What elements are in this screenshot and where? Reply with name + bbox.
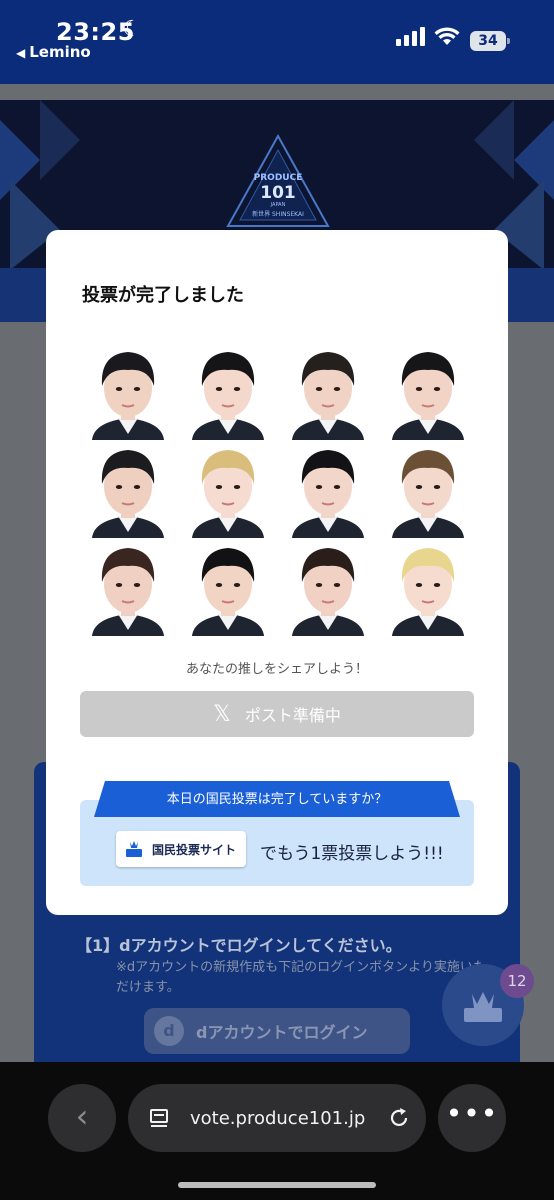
trainee-photo (378, 440, 478, 538)
x-logo-icon: 𝕏 (213, 701, 231, 727)
share-prompt: あなたの推しをシェアしよう！ (185, 662, 368, 677)
trainee-photo (378, 342, 478, 440)
vote-complete-dialog: 投票が完了しました あなたの推しをシェアしよう！ 𝕏 ポスト準備中 本日の国民投票… (46, 230, 508, 915)
d-account-icon: d (154, 1016, 184, 1046)
post-button-label: ポスト準備中 (244, 706, 341, 725)
trainee-photo (178, 342, 278, 440)
back-triangle-icon: ◀ (16, 46, 26, 60)
d-account-login-button[interactable]: d dアカウントでログイン (144, 1008, 410, 1054)
chevron-left-icon: ‹ (75, 1097, 89, 1135)
notification-badge: 12 (500, 964, 534, 998)
trainee-photo (278, 440, 378, 538)
login-note: ※dアカウントの新規作成も下記のログインボタンより実施いただけます。 (116, 960, 486, 995)
national-vote-banner: 本日の国民投票は完了していますか？ (94, 781, 460, 817)
produce101-logo: PRODUCE 101 JAPAN 新世界 SHINSEKAI (226, 134, 330, 227)
ellipsis-icon: ••• (445, 1097, 499, 1130)
login-button-label: dアカウントでログイン (196, 1023, 368, 1042)
more-options-button[interactable]: ••• (438, 1084, 506, 1152)
svg-text:JAPAN: JAPAN (270, 202, 286, 208)
cellular-signal-icon (396, 26, 426, 46)
svg-text:101: 101 (260, 183, 296, 203)
browser-toolbar: ‹ vote.produce101.jp ••• (0, 1062, 554, 1200)
post-to-x-button[interactable]: 𝕏 ポスト準備中 (80, 691, 474, 737)
login-step-heading: 【1】dアカウントでログインしてください。 (76, 936, 402, 955)
moon-icon: ☾ (122, 17, 142, 42)
site-button-label: 国民投票サイト (152, 842, 237, 857)
trainee-photo (278, 342, 378, 440)
svg-text:新世界 SHINSEKAI: 新世界 SHINSEKAI (252, 210, 304, 218)
page-menu-icon (150, 1109, 168, 1127)
ballot-box-icon (126, 841, 142, 857)
dialog-title: 投票が完了しました (82, 285, 244, 306)
back-app-label: Lemino (29, 43, 91, 61)
wifi-icon (434, 27, 460, 45)
battery-icon: 34 (470, 31, 510, 51)
home-indicator (178, 1182, 376, 1188)
trainee-photo (78, 440, 178, 538)
address-bar[interactable]: vote.produce101.jp (128, 1084, 426, 1152)
browser-back-button[interactable]: ‹ (48, 1084, 116, 1152)
trainee-photo (78, 342, 178, 440)
url-text: vote.produce101.jp (190, 1107, 366, 1129)
trainee-photo-grid (78, 342, 478, 638)
trainee-photo (78, 538, 178, 636)
trainee-photo (178, 538, 278, 636)
trainee-photo (378, 538, 478, 636)
status-bar: 23:25 ☾ ◀ Lemino 34 (0, 0, 554, 84)
svg-text:PRODUCE: PRODUCE (254, 173, 303, 183)
back-to-app-link[interactable]: ◀ Lemino (16, 43, 91, 61)
trainee-photo (178, 440, 278, 538)
reload-icon[interactable] (387, 1106, 411, 1130)
vote-again-text: でもう1票投票しよう!!! (260, 844, 444, 864)
national-vote-site-button[interactable]: 国民投票サイト (116, 831, 246, 867)
trainee-photo (278, 538, 378, 636)
